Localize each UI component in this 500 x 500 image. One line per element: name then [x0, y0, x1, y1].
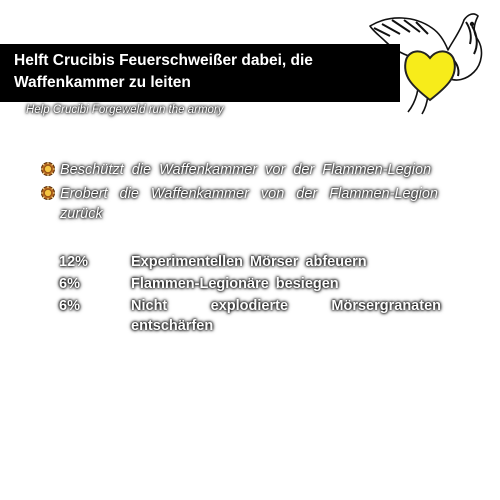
quest-subtitle: Help Crucibi Forgeweld run the armory: [26, 104, 224, 116]
objective-text: Beschützt die Waffenkammer vor der Flamm…: [60, 162, 432, 178]
sun-medallion-icon: [41, 186, 55, 200]
sun-medallion-icon: [41, 162, 55, 176]
task-row: 6% Flammen-Legionäre besiegen: [59, 274, 441, 294]
task-label: Nicht explodierte Mörsergranaten entschä…: [131, 298, 441, 334]
objective-text: Erobert die Waffenkammer von der Flammen…: [60, 186, 438, 222]
task-percent: 6%: [59, 298, 80, 314]
task-row: 12% Experimentellen Mörser abfeuern: [59, 252, 441, 272]
objective-list: Beschützt die Waffenkammer vor der Flamm…: [40, 160, 438, 228]
objective-item: Erobert die Waffenkammer von der Flammen…: [40, 184, 438, 224]
task-list: 12% Experimentellen Mörser abfeuern 6% F…: [59, 252, 441, 338]
task-row: 6% Nicht explodierte Mörsergranaten ents…: [59, 296, 441, 336]
task-percent: 12%: [59, 254, 89, 270]
quest-title: Helft Crucibis Feuerschweißer dabei, die…: [14, 52, 313, 91]
objective-item: Beschützt die Waffenkammer vor der Flamm…: [40, 160, 438, 180]
task-label: Experimentellen Mörser abfeuern: [131, 254, 367, 270]
heart-icon: [404, 50, 456, 102]
task-label: Flammen-Legionäre besiegen: [131, 276, 339, 292]
task-percent: 6%: [59, 276, 80, 292]
